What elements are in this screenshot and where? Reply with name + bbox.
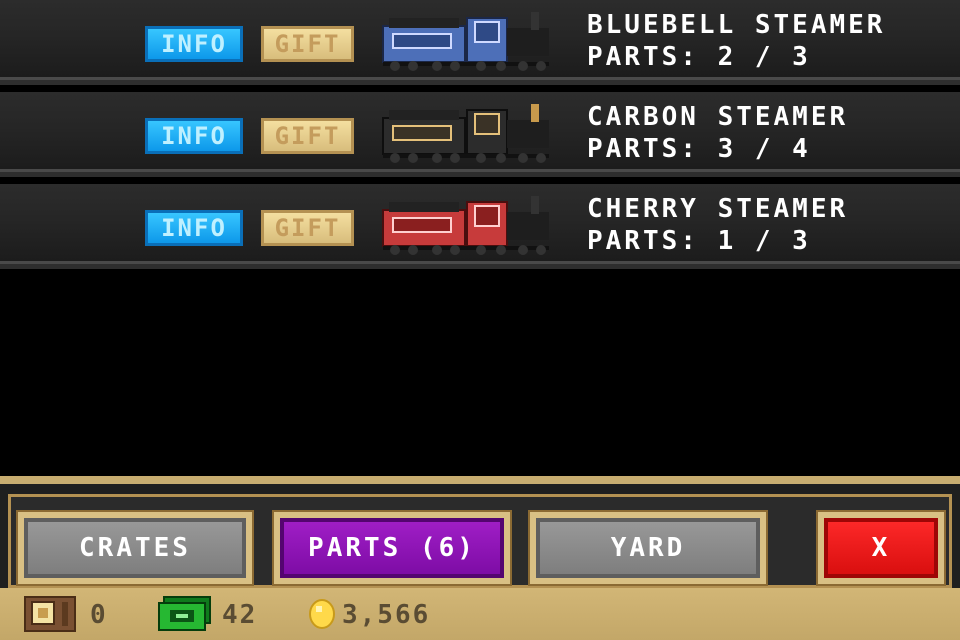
- list-item: INFO GIFT BLUEBELL STEAMER PARTS: 2 / 3: [0, 0, 960, 85]
- info-button[interactable]: INFO: [145, 210, 243, 246]
- carbon-steamer-icon: [382, 104, 549, 163]
- gift-button[interactable]: GIFT: [261, 210, 354, 246]
- bluebell-steamer-icon: [382, 12, 549, 71]
- list-item: INFO GIFT CHERRY STEAMER PARTS: 1 / 3: [0, 184, 960, 269]
- status-bar: 0 42 3,566: [0, 588, 960, 640]
- cash-amount: 42: [222, 600, 258, 630]
- gift-button[interactable]: GIFT: [261, 118, 354, 154]
- crate-icon: [24, 596, 76, 632]
- parts-button[interactable]: PARTS (6): [272, 510, 512, 586]
- yard-button[interactable]: YARD: [528, 510, 768, 586]
- train-name: CARBON STEAMER: [587, 102, 849, 132]
- train-name: CHERRY STEAMER: [587, 194, 849, 224]
- close-button[interactable]: X: [816, 510, 946, 586]
- info-button[interactable]: INFO: [145, 26, 243, 62]
- info-button[interactable]: INFO: [145, 118, 243, 154]
- coin-icon: [309, 599, 335, 629]
- gift-button[interactable]: GIFT: [261, 26, 354, 62]
- crates-button[interactable]: CRATES: [16, 510, 254, 586]
- train-parts-count: PARTS: 1 / 3: [587, 226, 811, 256]
- cherry-steamer-icon: [382, 196, 549, 255]
- train-name: BLUEBELL STEAMER: [587, 10, 886, 40]
- coins-amount: 3,566: [342, 600, 431, 630]
- bottom-panel: CRATES PARTS (6) YARD X 0 42 3,566: [0, 476, 960, 640]
- list-item: INFO GIFT CARBON STEAMER PARTS: 3 / 4: [0, 92, 960, 177]
- nav-bar: CRATES PARTS (6) YARD X: [0, 476, 960, 588]
- crates-count: 0: [90, 600, 108, 630]
- cash-icon: [158, 596, 211, 631]
- train-parts-count: PARTS: 3 / 4: [587, 134, 811, 164]
- train-parts-count: PARTS: 2 / 3: [587, 42, 811, 72]
